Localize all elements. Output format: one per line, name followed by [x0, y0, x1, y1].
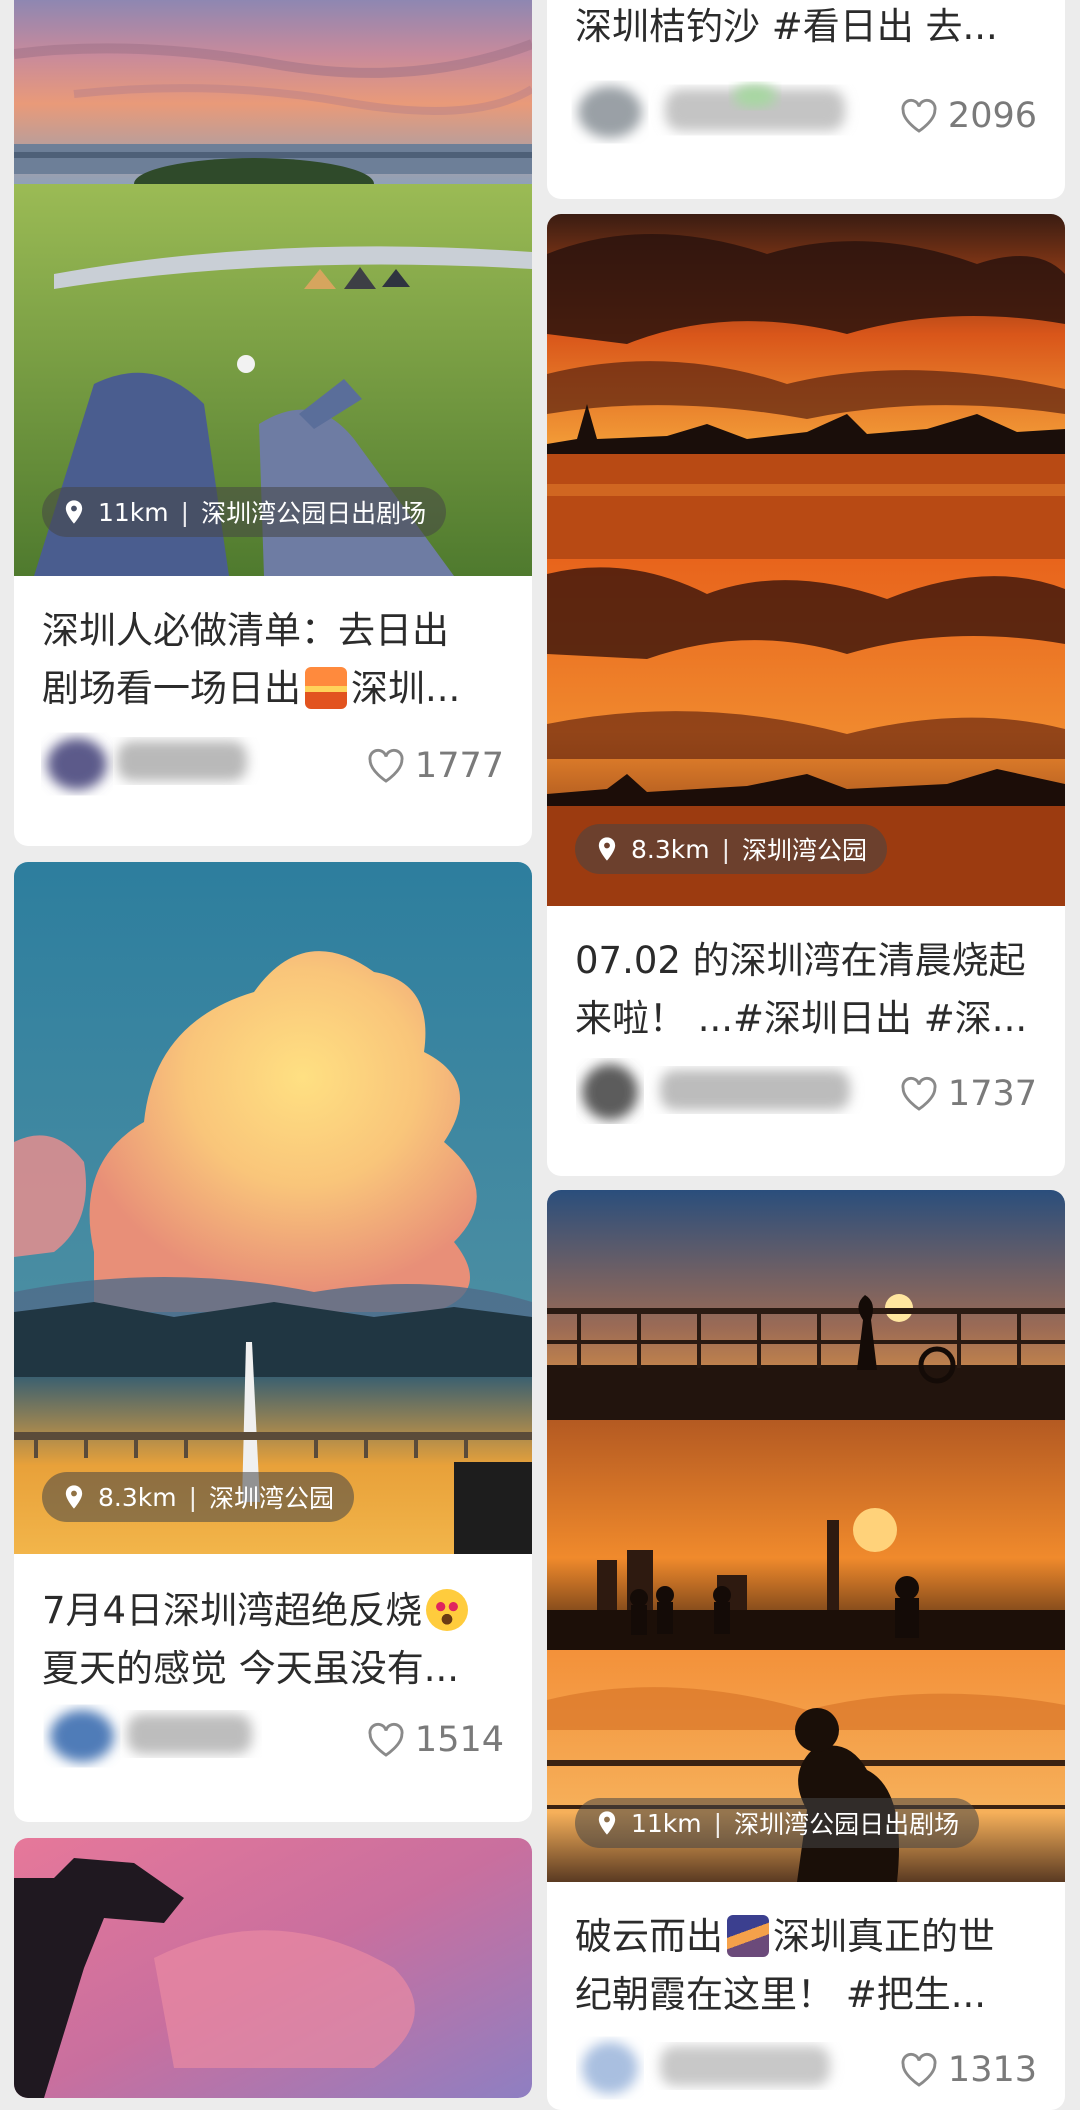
location-distance: 8.3km — [98, 1482, 177, 1512]
like-count[interactable]: 1777 — [367, 741, 504, 791]
like-count-value: 1514 — [414, 1720, 504, 1760]
title-line: 夏天的感觉 今天虽没有... — [42, 1647, 460, 1690]
location-name: 深圳湾公园 — [742, 836, 868, 865]
sunrise-over-mountains-emoji-icon — [727, 1915, 769, 1957]
title-text: 7月4日深圳湾超绝反烧 — [42, 1589, 423, 1632]
title-text: 深圳... — [351, 667, 461, 710]
title-text: 深圳真正的世 — [773, 1915, 995, 1958]
post-title[interactable]: 破云而出 深圳真正的世 纪朝霞在这里！ #把生... — [575, 1908, 1037, 2024]
post-title[interactable]: 7月4日深圳湾超绝反烧 夏天的感觉 今天虽没有... — [42, 1582, 504, 1698]
location-pin-icon — [598, 1811, 616, 1835]
heart-outline-icon[interactable] — [900, 1076, 938, 1112]
title-line: 07.02 的深圳湾在清晨烧起 — [575, 939, 1026, 982]
heart-eyes-emoji-icon — [426, 1589, 469, 1631]
cover-image[interactable] — [14, 862, 532, 1554]
like-count[interactable]: 1514 — [367, 1715, 504, 1765]
cover-image[interactable] — [14, 1838, 532, 2098]
author-avatar-blurred[interactable] — [32, 1700, 262, 1770]
sunrise-emoji-icon — [305, 667, 347, 709]
title-line: 7月4日深圳湾超绝反烧 — [42, 1582, 504, 1640]
like-count[interactable]: 2096 — [900, 91, 1037, 141]
location-tag[interactable]: 11km | 深圳湾公园日出剧场 — [575, 1798, 980, 1848]
like-count[interactable]: 1737 — [900, 1069, 1037, 1119]
like-count-value: 2096 — [947, 96, 1037, 136]
title-text: 剧场看一场日出 — [42, 667, 301, 710]
cover-image[interactable] — [547, 1190, 1065, 1882]
feed-card[interactable]: 11km | 深圳湾公园日出剧场 破云而出 深圳真正的世 纪朝霞在这里！ #把生.… — [547, 1190, 1065, 2110]
author-avatar-blurred[interactable] — [565, 1054, 865, 1124]
title-text: 破云而出 — [575, 1915, 723, 1958]
divider: | — [188, 1482, 198, 1512]
heart-outline-icon[interactable] — [367, 748, 405, 784]
location-tag[interactable]: 8.3km | 深圳湾公园 — [42, 1472, 355, 1522]
feed-card[interactable]: 8.3km | 深圳湾公园 07.02 的深圳湾在清晨烧起 来啦！ ...#深圳… — [547, 214, 1065, 1176]
author-avatar-blurred[interactable] — [565, 2030, 865, 2100]
like-count-value: 1777 — [414, 746, 504, 786]
location-name: 深圳湾公园日出剧场 — [734, 1810, 960, 1839]
divider: | — [180, 497, 190, 527]
location-name: 深圳湾公园日出剧场 — [201, 499, 427, 528]
like-count-value: 1737 — [947, 1074, 1037, 1114]
location-distance: 8.3km — [631, 834, 710, 864]
heart-outline-icon[interactable] — [900, 2052, 938, 2088]
location-tag[interactable]: 11km | 深圳湾公园日出剧场 — [42, 487, 447, 537]
title-line: 深圳人必做清单：去日出 — [42, 609, 449, 652]
feed-card[interactable]: 11km | 深圳湾公园日出剧场 深圳人必做清单：去日出 剧场看一场日出 深圳..… — [14, 0, 532, 846]
location-distance: 11km — [98, 497, 169, 527]
post-title[interactable]: 深圳桔钓沙 #看日出 去... — [575, 0, 1037, 56]
location-name: 深圳湾公园 — [209, 1484, 335, 1513]
title-line: 破云而出 深圳真正的世 — [575, 1908, 1037, 1966]
location-distance: 11km — [631, 1808, 702, 1838]
feed-card[interactable]: 8.3km | 深圳湾公园 7月4日深圳湾超绝反烧 夏天的感觉 今天虽没有...… — [14, 862, 532, 1822]
heart-outline-icon[interactable] — [900, 98, 938, 134]
heart-outline-icon[interactable] — [367, 1722, 405, 1758]
like-count-value: 1313 — [947, 2050, 1037, 2090]
divider: | — [721, 834, 731, 864]
location-pin-icon — [65, 500, 83, 524]
divider: | — [713, 1808, 723, 1838]
title-line: 剧场看一场日出 深圳... — [42, 660, 504, 718]
post-title[interactable]: 深圳人必做清单：去日出 剧场看一场日出 深圳... — [42, 602, 504, 718]
location-pin-icon — [598, 837, 616, 861]
title-line: 纪朝霞在这里！ #把生... — [575, 1973, 987, 2016]
cover-image[interactable] — [547, 214, 1065, 906]
author-avatar-blurred[interactable] — [565, 74, 865, 144]
feed-card[interactable]: 深圳桔钓沙 #看日出 去... 2096 — [547, 0, 1065, 199]
author-avatar-blurred[interactable] — [32, 726, 262, 796]
feed-card[interactable] — [14, 1838, 532, 2098]
title-line: 深圳桔钓沙 #看日出 去... — [575, 5, 998, 48]
location-pin-icon — [65, 1485, 83, 1509]
title-line: 来啦！ ...#深圳日出 #深... — [575, 997, 1028, 1040]
post-title[interactable]: 07.02 的深圳湾在清晨烧起 来啦！ ...#深圳日出 #深... — [575, 932, 1037, 1048]
like-count[interactable]: 1313 — [900, 2045, 1037, 2095]
location-tag[interactable]: 8.3km | 深圳湾公园 — [575, 824, 888, 874]
